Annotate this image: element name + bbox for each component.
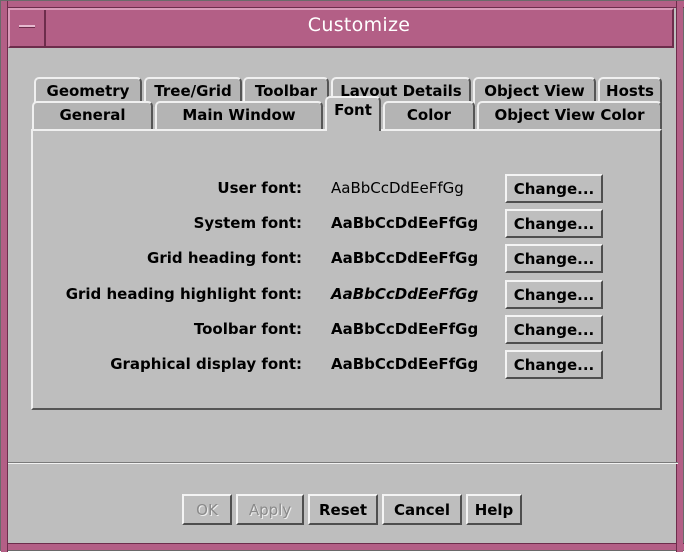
window-frame-bottom[interactable]	[1, 543, 684, 550]
change-user-font-button[interactable]: Change...	[505, 174, 603, 203]
user-font-label: User font:	[217, 179, 302, 197]
font-settings-panel: User font: AaBbCcDdEeFfGg Change... Syst…	[31, 129, 662, 410]
apply-button[interactable]: Apply	[236, 494, 304, 525]
grid-heading-highlight-font-sample: AaBbCcDdEeFfGg	[331, 285, 479, 303]
grid-heading-highlight-font-label: Grid heading highlight font:	[65, 285, 302, 303]
change-grid-heading-font-button[interactable]: Change...	[505, 244, 603, 273]
window-frame-right[interactable]	[676, 1, 683, 552]
tab-color[interactable]: Color	[383, 101, 475, 131]
change-system-font-button[interactable]: Change...	[505, 209, 603, 238]
change-graphical-display-font-button[interactable]: Change...	[505, 350, 603, 379]
toolbar-font-sample: AaBbCcDdEeFfGg	[331, 320, 479, 338]
window-menu-icon	[19, 25, 35, 28]
ok-button[interactable]: OK	[182, 494, 232, 525]
graphical-display-font-sample: AaBbCcDdEeFfGg	[331, 355, 479, 373]
system-font-label: System font:	[193, 214, 302, 232]
toolbar-font-label: Toolbar font:	[193, 320, 302, 338]
grid-heading-font-sample: AaBbCcDdEeFfGg	[331, 249, 479, 267]
tab-font[interactable]: Font	[325, 96, 381, 131]
window-title: Customize	[307, 14, 411, 36]
tab-object-view-color[interactable]: Object View Color	[477, 101, 662, 131]
grid-heading-font-label: Grid heading font:	[147, 249, 302, 267]
cancel-button[interactable]: Cancel	[382, 494, 462, 525]
change-grid-heading-highlight-font-button[interactable]: Change...	[505, 280, 603, 309]
help-button[interactable]: Help	[466, 494, 522, 525]
graphical-display-font-label: Graphical display font:	[110, 355, 302, 373]
window-menu-button[interactable]	[10, 10, 46, 46]
tab-general[interactable]: General	[32, 101, 153, 131]
tab-main-window[interactable]: Main Window	[155, 101, 323, 131]
reset-button[interactable]: Reset	[308, 494, 378, 525]
system-font-sample: AaBbCcDdEeFfGg	[331, 214, 479, 232]
change-toolbar-font-button[interactable]: Change...	[505, 315, 603, 344]
title-bar[interactable]: Customize	[8, 8, 674, 48]
separator	[8, 462, 678, 464]
window-frame-top[interactable]	[1, 1, 684, 8]
user-font-sample: AaBbCcDdEeFfGg	[331, 179, 464, 197]
window-frame-left[interactable]	[1, 1, 8, 552]
customize-dialog: Customize Geometry Tree/Grid Toolbar Lay…	[0, 0, 684, 552]
